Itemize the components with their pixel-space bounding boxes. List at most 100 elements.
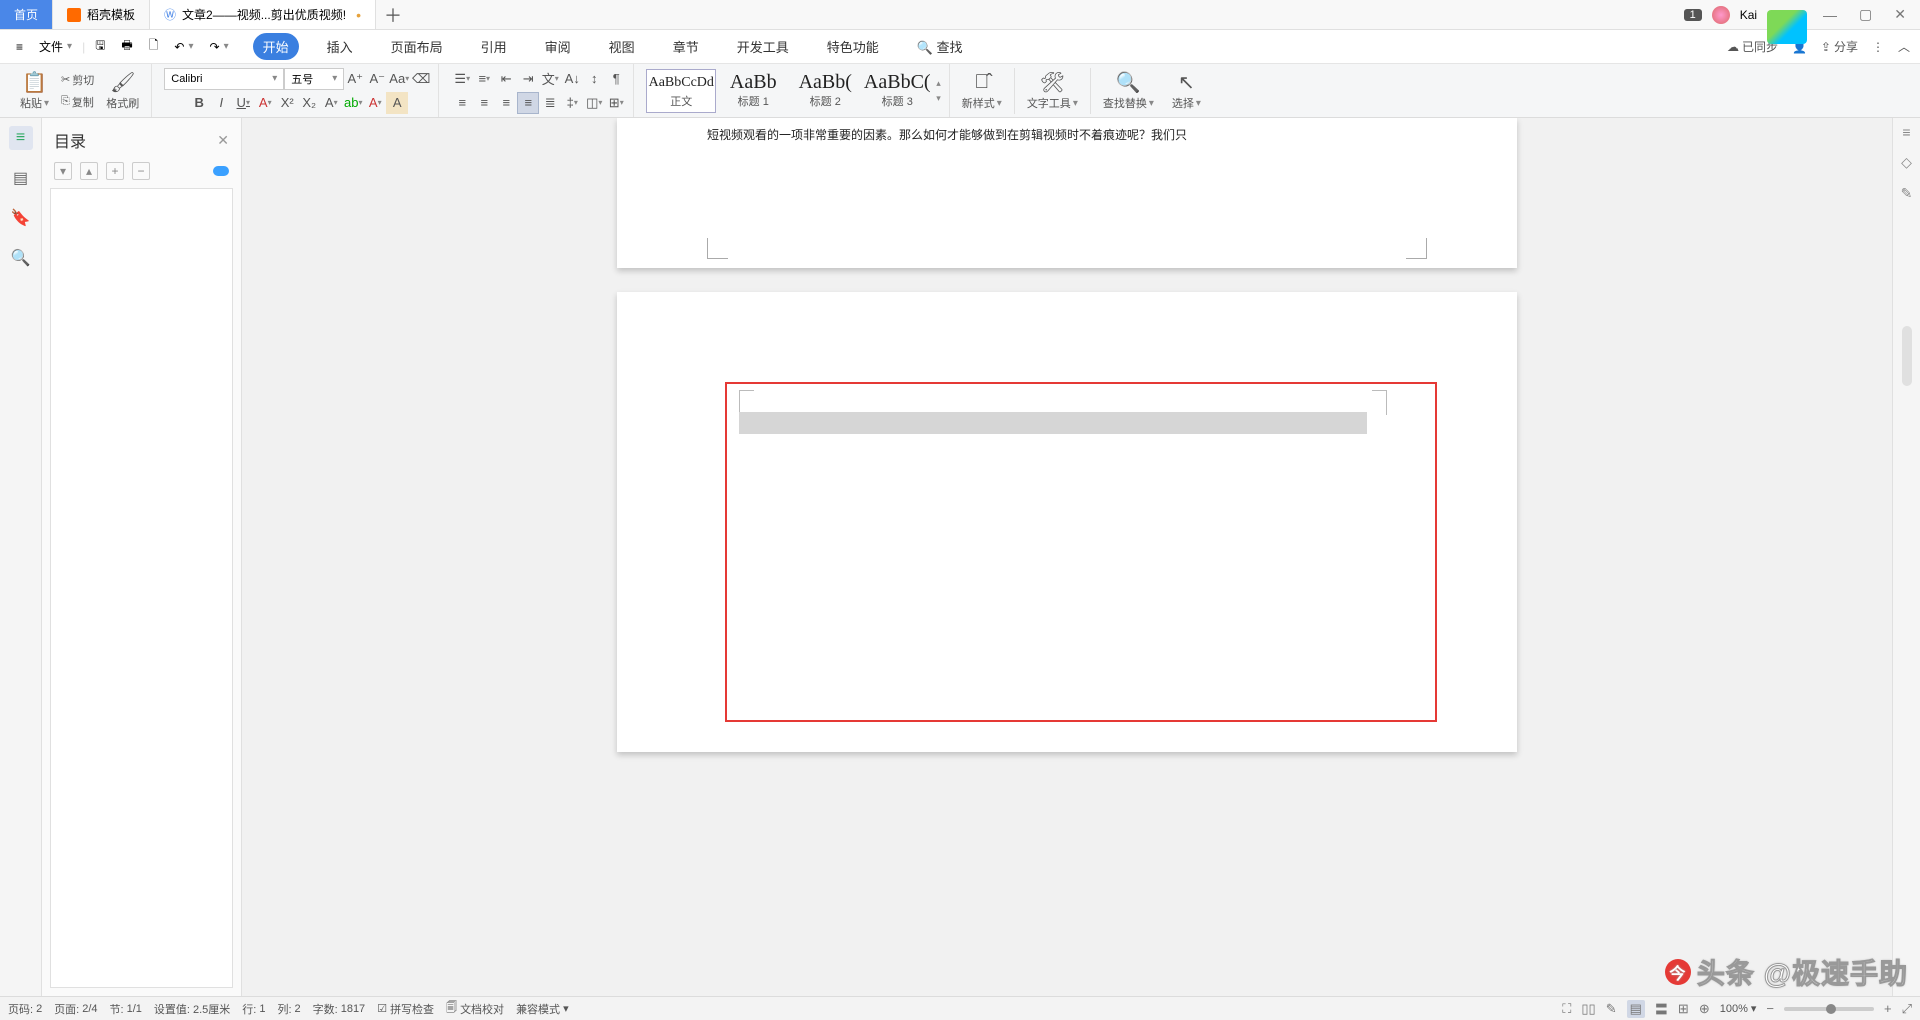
more-icon[interactable]: ⋮ xyxy=(1872,40,1884,54)
highlight-button[interactable]: ab▾ xyxy=(342,92,364,114)
font-name-select[interactable]: Calibri▾ xyxy=(164,68,284,90)
notification-badge[interactable]: 1 xyxy=(1684,9,1702,21)
bookmark-nav-icon[interactable]: 🔖 xyxy=(9,206,33,230)
undo-icon[interactable]: ↶▾ xyxy=(168,38,199,56)
zoom-slider[interactable] xyxy=(1784,1007,1874,1011)
line-height-icon[interactable]: ‡▾ xyxy=(561,92,583,114)
fullscreen-icon[interactable]: ⛶ xyxy=(1562,1001,1571,1017)
menutab-devtools[interactable]: 开发工具 xyxy=(727,33,799,60)
italic-button[interactable]: I xyxy=(210,92,232,114)
menutab-section[interactable]: 章节 xyxy=(663,33,709,60)
print-preview-icon[interactable]: 🗋 xyxy=(143,34,165,59)
expand-icon[interactable]: ▾ xyxy=(54,162,72,180)
subscript-button[interactable]: X₂ xyxy=(298,92,320,114)
status-row[interactable]: 行: 1 xyxy=(242,1001,265,1017)
menutab-special[interactable]: 特色功能 xyxy=(817,33,889,60)
maximize-button[interactable]: ▢ xyxy=(1853,6,1878,23)
zoom-in-icon[interactable]: + xyxy=(1884,1001,1892,1016)
style-heading1[interactable]: AaBb标题 1 xyxy=(718,69,788,113)
status-words[interactable]: 字数: 1817 xyxy=(313,1001,366,1017)
show-marks-icon[interactable]: ¶ xyxy=(605,68,627,90)
status-pages[interactable]: 页面: 2/4 xyxy=(54,1001,97,1017)
text-tools-button[interactable]: 🛠文字工具▾ xyxy=(1021,64,1084,117)
copy-button[interactable]: ⎘ 复制 xyxy=(57,92,98,112)
align-center-button[interactable]: ≡ xyxy=(473,92,495,114)
number-list-icon[interactable]: ≡▾ xyxy=(473,68,495,90)
zoom-value[interactable]: 100% ▾ xyxy=(1720,1002,1757,1015)
menutab-review[interactable]: 审阅 xyxy=(535,33,581,60)
web-layout-icon[interactable]: ⊞ xyxy=(1678,1001,1689,1017)
outline-view-icon[interactable]: 〓 xyxy=(1655,999,1668,1018)
status-compat[interactable]: 兼容模式 ▾ xyxy=(516,1001,569,1017)
status-col[interactable]: 列: 2 xyxy=(277,1001,300,1017)
add-outline-icon[interactable]: + xyxy=(106,162,124,180)
zoom-thumb[interactable] xyxy=(1826,1004,1836,1014)
increase-font-icon[interactable]: A⁺ xyxy=(344,68,366,90)
remove-outline-icon[interactable]: − xyxy=(132,162,150,180)
decrease-indent-icon[interactable]: ⇤ xyxy=(495,68,517,90)
menutab-insert[interactable]: 插入 xyxy=(317,33,363,60)
find-replace-button[interactable]: 🔍查找替换▾ xyxy=(1097,64,1160,117)
print-layout-icon[interactable]: ▤ xyxy=(1627,1000,1645,1018)
collapse-icon[interactable]: ▴ xyxy=(80,162,98,180)
tab-templates[interactable]: 稻壳模板 xyxy=(53,0,150,29)
strikethrough-button[interactable]: A▾ xyxy=(254,92,276,114)
format-painter-button[interactable]: 🖌格式刷 xyxy=(100,64,145,117)
new-style-button[interactable]: Ａ̂新样式▾ xyxy=(956,64,1008,117)
menutab-start[interactable]: 开始 xyxy=(253,33,299,60)
menutab-find[interactable]: 🔍 查找 xyxy=(907,33,973,60)
add-tab-button[interactable]: ＋ xyxy=(376,2,410,28)
change-case-icon[interactable]: Aa▾ xyxy=(388,68,410,90)
increase-indent-icon[interactable]: ⇥ xyxy=(517,68,539,90)
menutab-references[interactable]: 引用 xyxy=(471,33,517,60)
outline-body[interactable] xyxy=(50,188,233,988)
status-section[interactable]: 节: 1/1 xyxy=(110,1001,142,1017)
underline-button[interactable]: U▾ xyxy=(232,92,254,114)
font-size-select[interactable]: 五号▾ xyxy=(284,68,344,90)
status-spell[interactable]: ☑ 拼写检查 xyxy=(377,1001,434,1017)
bold-button[interactable]: B xyxy=(188,92,210,114)
print-icon[interactable]: 🖶 xyxy=(115,34,138,59)
align-left-button[interactable]: ≡ xyxy=(451,92,473,114)
status-setvalue[interactable]: 设置值: 2.5厘米 xyxy=(154,1001,230,1017)
font-color-button[interactable]: A▾ xyxy=(364,92,386,114)
borders-icon[interactable]: ⊞▾ xyxy=(605,92,627,114)
line-spacing-icon[interactable]: ↕ xyxy=(583,68,605,90)
style-heading2[interactable]: AaBb(标题 2 xyxy=(790,69,860,113)
text-direction-icon[interactable]: 文▾ xyxy=(539,68,561,90)
page-nav-icon[interactable]: ▤ xyxy=(9,166,33,190)
styles-down-icon[interactable]: ▾ xyxy=(936,93,941,104)
gutter-menu-icon[interactable]: ≡ xyxy=(1902,124,1910,140)
edit-mode-icon[interactable]: ✎ xyxy=(1606,1001,1617,1017)
zoom-out-icon[interactable]: − xyxy=(1766,1001,1774,1016)
document-area[interactable]: 短视频观看的一项非常重要的因素。那么如何才能够做到在剪辑视频时不着痕迹呢？我们只 xyxy=(242,118,1892,996)
tab-home[interactable]: 首页 xyxy=(0,0,53,29)
read-view-icon[interactable]: ▯▯ xyxy=(1581,1001,1595,1017)
menu-icon[interactable]: ≡ xyxy=(10,38,29,56)
decrease-font-icon[interactable]: A⁻ xyxy=(366,68,388,90)
globe-icon[interactable]: ⊕ xyxy=(1699,1001,1710,1017)
styles-up-icon[interactable]: ▴ xyxy=(936,78,941,89)
fit-icon[interactable]: ⤢ xyxy=(1902,1001,1912,1017)
share-button[interactable]: ⇪ 分享 xyxy=(1821,38,1858,55)
outline-nav-icon[interactable]: ≡ xyxy=(9,126,33,150)
text-effect-icon[interactable]: A▾ xyxy=(320,92,342,114)
file-menu[interactable]: 文件▾ xyxy=(33,36,78,57)
distributed-align-button[interactable]: ≣ xyxy=(539,92,561,114)
cut-button[interactable]: ✂ 剪切 xyxy=(57,70,98,90)
sort-icon[interactable]: A↓ xyxy=(561,68,583,90)
style-normal[interactable]: AaBbCcDd正文 xyxy=(646,69,716,113)
tab-document[interactable]: Ⓦ文章2——视频...剪出优质视频!• xyxy=(150,0,376,29)
redo-icon[interactable]: ↷▾ xyxy=(204,38,235,56)
toggle-icon[interactable] xyxy=(213,166,229,176)
paste-button[interactable]: 📋粘贴▾ xyxy=(14,64,55,117)
clear-format-icon[interactable]: ⌫ xyxy=(410,68,432,90)
bullet-list-icon[interactable]: ☰▾ xyxy=(451,68,473,90)
avatar[interactable] xyxy=(1712,6,1730,24)
style-heading3[interactable]: AaBbC(标题 3 xyxy=(862,69,932,113)
save-icon[interactable]: 🖫 xyxy=(89,34,111,59)
minimize-button[interactable]: — xyxy=(1817,7,1843,23)
close-button[interactable]: ✕ xyxy=(1888,6,1912,23)
close-panel-icon[interactable]: ✕ xyxy=(217,132,229,149)
superscript-button[interactable]: X² xyxy=(276,92,298,114)
